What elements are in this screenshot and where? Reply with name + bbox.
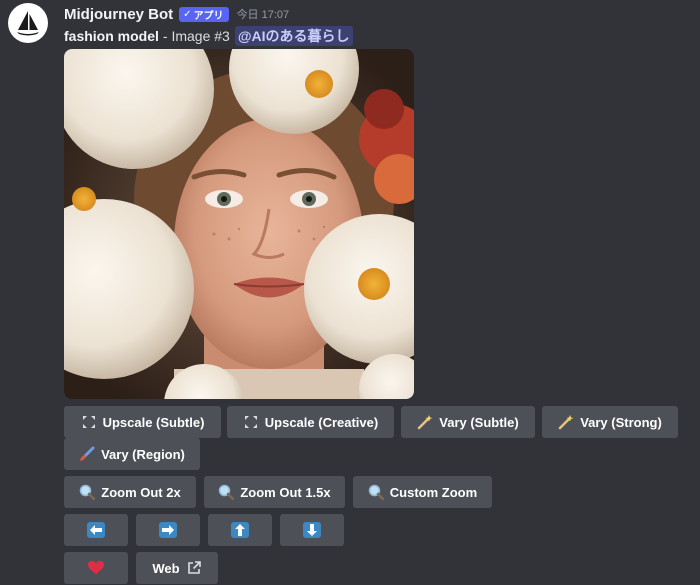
magic-wand-icon — [417, 414, 433, 430]
image-index: - Image #3 — [162, 28, 230, 44]
vary-region-label: Vary (Region) — [101, 446, 185, 462]
user-mention[interactable]: @AIのある暮らし — [234, 26, 353, 46]
author-name[interactable]: Midjourney Bot — [64, 6, 173, 23]
arrow-right-icon — [159, 522, 177, 538]
custom-zoom-button[interactable]: Custom Zoom — [353, 476, 492, 508]
vary-strong-button[interactable]: Vary (Strong) — [542, 406, 678, 438]
zoom-out-2x-button[interactable]: Zoom Out 2x — [64, 476, 196, 508]
pan-up-button[interactable] — [208, 514, 272, 546]
magnifier-icon — [368, 484, 384, 500]
upscale-creative-label: Upscale (Creative) — [264, 414, 379, 430]
bot-avatar[interactable] — [8, 3, 48, 43]
prompt-text: fashion model — [64, 28, 159, 44]
zoom-out-1-5x-label: Zoom Out 1.5x — [240, 484, 331, 500]
zoom-out-2x-label: Zoom Out 2x — [101, 484, 181, 500]
vary-subtle-button[interactable]: Vary (Subtle) — [401, 406, 535, 438]
upscale-subtle-button[interactable]: Upscale (Subtle) — [64, 406, 221, 438]
message-content: fashion model - Image #3 @AIのある暮らし — [64, 26, 353, 46]
sailboat-icon — [17, 11, 39, 36]
expand-arrows-icon — [81, 414, 97, 430]
pan-left-button[interactable] — [64, 514, 128, 546]
expand-arrows-icon — [243, 414, 259, 430]
zoom-out-1-5x-button[interactable]: Zoom Out 1.5x — [204, 476, 345, 508]
app-badge: ✓ アプリ — [179, 6, 229, 22]
magic-wand-icon — [558, 414, 574, 430]
portrait-image — [64, 49, 414, 399]
checkmark-icon: ✓ — [183, 8, 192, 20]
arrow-down-icon — [303, 522, 321, 538]
vary-subtle-label: Vary (Subtle) — [439, 414, 519, 430]
message-header: Midjourney Bot ✓ アプリ 今日 17:07 — [64, 3, 289, 25]
paintbrush-icon — [79, 446, 95, 462]
bot-message: Midjourney Bot ✓ アプリ 今日 17:07 fashion mo… — [0, 0, 700, 585]
magnifier-icon — [218, 484, 235, 500]
arrow-up-icon — [231, 522, 249, 538]
arrow-left-icon — [87, 522, 105, 538]
upscale-subtle-label: Upscale (Subtle) — [102, 414, 205, 430]
vary-region-button[interactable]: Vary (Region) — [64, 438, 200, 470]
web-link-button[interactable]: Web — [136, 552, 218, 584]
generated-image[interactable] — [64, 49, 414, 399]
custom-zoom-label: Custom Zoom — [389, 484, 478, 500]
web-label: Web — [152, 560, 180, 576]
favorite-button[interactable] — [64, 552, 128, 584]
magnifier-icon — [79, 484, 96, 500]
external-link-icon — [186, 560, 202, 576]
app-badge-label: アプリ — [193, 10, 224, 22]
vary-strong-label: Vary (Strong) — [580, 414, 662, 430]
pan-down-button[interactable] — [280, 514, 344, 546]
heart-icon — [88, 560, 104, 576]
upscale-creative-button[interactable]: Upscale (Creative) — [227, 406, 394, 438]
pan-right-button[interactable] — [136, 514, 200, 546]
timestamp: 今日 17:07 — [236, 9, 290, 21]
